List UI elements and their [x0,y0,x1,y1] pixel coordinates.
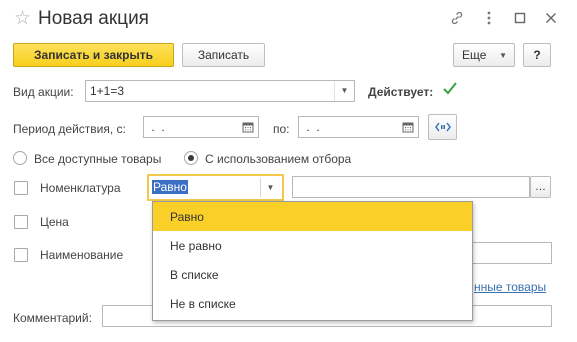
chevron-down-icon: ▼ [499,50,507,60]
period-from-field[interactable]: . . [143,116,259,138]
period-label: Период действия, с: [13,122,126,136]
promo-type-value: 1+1=3 [90,84,125,98]
price-label: Цена [40,215,69,229]
close-icon[interactable] [542,9,560,27]
period-from-value: . . [148,120,165,134]
favorite-star-icon[interactable]: ☆ [14,9,31,29]
radio-all-goods[interactable] [13,151,27,165]
promo-type-field[interactable]: 1+1=3 ▼ [85,80,355,102]
dropdown-option-not-in-list[interactable]: Не в списке [153,289,472,318]
condition-dropdown-list: Равно Не равно В списке Не в списке [152,201,473,321]
nomenclature-condition-value: Равно [152,180,188,194]
promo-type-label: Вид акции: [13,85,74,99]
more-button[interactable]: Еще ▼ [453,43,515,67]
dropdown-option-in-list[interactable]: В списке [153,260,472,289]
radio-with-filter[interactable] [184,151,198,165]
calendar-icon[interactable] [398,117,418,137]
period-to-label: по: [273,122,290,136]
checkmark-icon [443,82,457,95]
active-label: Действует: [368,85,434,99]
dropdown-option-equal[interactable]: Равно [153,202,472,231]
nomenclature-checkbox[interactable] [14,181,28,195]
period-to-field[interactable]: . . [298,116,419,138]
comment-label: Комментарий: [13,311,92,325]
calendar-icon[interactable] [238,117,258,137]
more-button-label: Еще [462,48,487,62]
save-button[interactable]: Записать [182,43,265,67]
price-checkbox[interactable] [14,215,28,229]
dropdown-arrow-icon[interactable]: ▼ [260,178,280,197]
period-range-icon [434,122,451,132]
period-to-value: . . [303,120,320,134]
active-checkbox[interactable] [443,82,457,97]
select-ellipsis-button[interactable]: … [530,176,551,198]
window-title: Новая акция [38,8,149,29]
period-select-button[interactable] [428,114,457,140]
nomenclature-condition-field[interactable]: Равно ▼ [147,174,284,201]
dropdown-arrow-icon[interactable]: ▼ [334,81,354,101]
more-vertical-icon[interactable] [480,9,498,27]
link-icon[interactable] [448,9,466,27]
save-and-close-button[interactable]: Записать и закрыть [13,43,174,67]
help-button[interactable]: ? [523,43,551,67]
nomenclature-label: Номенклатура [40,181,121,195]
selected-goods-link[interactable]: нные товары [474,280,546,294]
radio-all-goods-label: Все доступные товары [34,152,162,166]
maximize-icon[interactable] [511,9,529,27]
radio-with-filter-label: С использованием отбора [205,152,352,166]
nomenclature-value-field[interactable] [292,176,530,198]
name-checkbox[interactable] [14,248,28,262]
dropdown-option-not-equal[interactable]: Не равно [153,231,472,260]
name-label: Наименование [40,248,124,262]
